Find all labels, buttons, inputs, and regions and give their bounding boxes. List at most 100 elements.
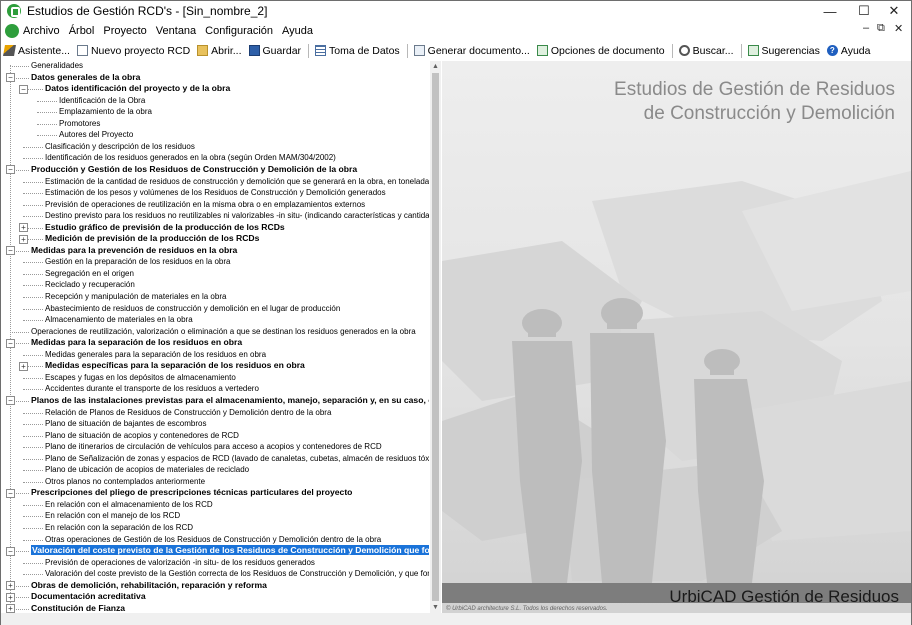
tree-item[interactable]: Identificación de la Obra [59, 95, 145, 106]
opciones-documento-button[interactable]: Opciones de documento [536, 45, 665, 57]
tree-item[interactable]: Valoración del coste previsto de la Gest… [31, 545, 429, 556]
suggestions-icon [747, 45, 759, 56]
tree-item[interactable]: Estudio gráfico de previsión de la produ… [45, 222, 285, 233]
tree-item[interactable]: Datos generales de la obra [31, 72, 140, 83]
buscar-button[interactable]: Buscar... [678, 45, 734, 57]
scrollbar-thumb[interactable] [432, 73, 439, 601]
collapse-icon[interactable]: − [19, 84, 28, 94]
tree-item-label: Plano de situación de bajantes de escomb… [45, 419, 207, 429]
tree-item[interactable]: Accidentes durante el transporte de los … [45, 383, 259, 394]
guardar-button[interactable]: Guardar [248, 45, 301, 57]
menu-proyecto[interactable]: Proyecto [103, 25, 146, 37]
collapse-icon[interactable]: − [6, 73, 15, 83]
tree-item[interactable]: Generalidades [31, 61, 83, 71]
tree-item[interactable]: Reciclado y recuperación [45, 279, 135, 290]
tree-item[interactable]: Promotores [59, 118, 100, 129]
tree-item[interactable]: Medidas generales para la separación de … [45, 349, 266, 360]
tree-item[interactable]: Plano de ubicación de acopios de materia… [45, 464, 249, 475]
document-icon[interactable] [5, 24, 19, 38]
status-bar [1, 613, 911, 625]
tree-item[interactable]: Destino previsto para los residuos no re… [45, 210, 429, 221]
tree-item[interactable]: Emplazamiento de la obra [59, 106, 152, 117]
expand-icon[interactable]: + [6, 604, 15, 613]
tree-item[interactable]: Identificación de los residuos generados… [45, 152, 336, 163]
tree-item[interactable]: Estimación de los pesos y volúmenes de l… [45, 187, 386, 198]
tree-item-label: Generalidades [31, 61, 84, 70]
toma-de-datos-button[interactable]: Toma de Datos [315, 45, 400, 57]
tree-item[interactable]: Plano de Señalización de zonas y espacio… [45, 453, 429, 464]
collapse-icon[interactable]: − [6, 396, 15, 406]
generar-documento-button[interactable]: Generar documento... [413, 45, 530, 57]
tree-item[interactable]: Clasificación y descripción de los resid… [45, 141, 195, 152]
tree-item[interactable]: Otras operaciones de Gestión de los Resi… [45, 534, 381, 545]
menu-ayuda[interactable]: Ayuda [282, 25, 313, 37]
expand-icon[interactable]: + [6, 592, 15, 602]
tree-connector [23, 285, 43, 287]
tree-item[interactable]: Recepción y manipulación de materiales e… [45, 291, 226, 302]
tree-item[interactable]: Escapes y fugas en los depósitos de alma… [45, 372, 236, 383]
expand-icon[interactable]: + [6, 581, 15, 591]
collapse-icon[interactable]: − [6, 546, 15, 556]
tree-item[interactable]: Valoración del coste previsto de la Gest… [45, 568, 429, 579]
close-button[interactable]: ✕ [877, 1, 911, 21]
tree-item[interactable]: Documentación acreditativa [31, 591, 146, 602]
menu-archivo[interactable]: Archivo [23, 25, 60, 37]
tree-item[interactable]: Gestión en la preparación de los residuo… [45, 256, 230, 267]
tree-item[interactable]: Previsión de operaciones de valorización… [45, 557, 315, 568]
tree-item[interactable]: Abastecimiento de residuos de construcci… [45, 303, 340, 314]
maximize-button[interactable]: ☐ [847, 1, 881, 21]
tree-item[interactable]: Relación de Planos de Residuos de Constr… [45, 407, 331, 418]
tree-item[interactable]: Medidas para la separación de los residu… [31, 337, 242, 348]
tree-item[interactable]: Operaciones de reutilización, valorizaci… [31, 326, 416, 337]
tree-item[interactable]: Medidas para la prevención de residuos e… [31, 245, 237, 256]
copyright-notice: © UrbiCAD architecture S.L. Todos los de… [446, 606, 608, 612]
tree-item[interactable]: Autores del Proyecto [59, 129, 133, 140]
tree-item[interactable]: Plano de situación de acopios y contened… [45, 430, 239, 441]
menu-arbol[interactable]: Árbol [69, 25, 95, 37]
tree-item[interactable]: Datos identificación del proyecto y de l… [45, 83, 230, 94]
tree-item[interactable]: Plano de itinerarios de circulación de v… [45, 441, 382, 452]
tree-item[interactable]: Estimación de la cantidad de residuos de… [45, 176, 429, 187]
tree-item[interactable]: Plano de situación de bajantes de escomb… [45, 418, 206, 429]
tree-item[interactable]: Obras de demolición, rehabilitación, rep… [31, 580, 267, 591]
tree-item[interactable]: Planos de las instalaciones previstas pa… [31, 395, 429, 406]
menu-configuracion[interactable]: Configuración [205, 25, 273, 37]
tree-item[interactable]: Otros planos no contemplados anteriormen… [45, 476, 205, 487]
expand-icon[interactable]: + [19, 223, 28, 233]
tree-item[interactable]: En relación con el almacenamiento de los… [45, 499, 213, 510]
ayuda-button[interactable]: ? Ayuda [826, 45, 870, 57]
collapse-icon[interactable]: − [6, 165, 15, 175]
tree-item[interactable]: Segregación en el origen [45, 268, 134, 279]
tree-item[interactable]: Medición de previsión de la producción d… [45, 233, 259, 244]
tree-connector [37, 112, 57, 114]
collapse-icon[interactable]: − [6, 488, 15, 498]
mdi-close-button[interactable]: ✕ [894, 22, 903, 40]
tree-item[interactable]: Prescripciones del pliego de prescripcio… [31, 487, 352, 498]
menu-ventana[interactable]: Ventana [156, 25, 196, 37]
tree-item-label: Recepción y manipulación de materiales e… [45, 292, 227, 301]
expand-icon[interactable]: + [19, 234, 28, 244]
collapse-icon[interactable]: − [6, 338, 15, 348]
minimize-button[interactable]: — [813, 1, 847, 21]
tree-item[interactable]: Previsión de operaciones de reutilizació… [45, 199, 365, 210]
mdi-minimize-button[interactable]: – [863, 22, 869, 40]
project-tree[interactable]: Generalidades Datos generales de la obra −… [2, 61, 429, 613]
scroll-up-icon[interactable]: ▲ [430, 61, 441, 72]
sugerencias-button[interactable]: Sugerencias [747, 45, 820, 57]
tree-item[interactable]: Producción y Gestión de los Residuos de … [31, 164, 357, 175]
mdi-restore-button[interactable]: ⧉ [877, 22, 885, 40]
collapse-icon[interactable]: − [6, 246, 15, 256]
expand-icon[interactable]: + [19, 361, 28, 371]
tree-item[interactable]: Constitución de Fianza [31, 603, 125, 613]
abrir-button[interactable]: Abrir... [197, 45, 242, 57]
nuevo-proyecto-button[interactable]: Nuevo proyecto RCD [76, 45, 190, 57]
tree-item[interactable]: En relación con el manejo de los RCD [45, 510, 180, 521]
tree-item[interactable]: En relación con la separación de los RCD [45, 522, 193, 533]
tree-item[interactable]: Almacenamiento de materiales en la obra [45, 314, 193, 325]
asistente-button[interactable]: Asistente... [3, 45, 70, 57]
tree-item[interactable]: Medidas específicas para la separación d… [45, 360, 305, 371]
tree-vertical-scrollbar[interactable]: ▲ ▼ [430, 61, 441, 613]
scroll-down-icon[interactable]: ▼ [430, 602, 441, 613]
application-window: Estudios de Gestión RCD's - [Sin_nombre_… [0, 0, 912, 625]
tree-connector [23, 470, 43, 472]
